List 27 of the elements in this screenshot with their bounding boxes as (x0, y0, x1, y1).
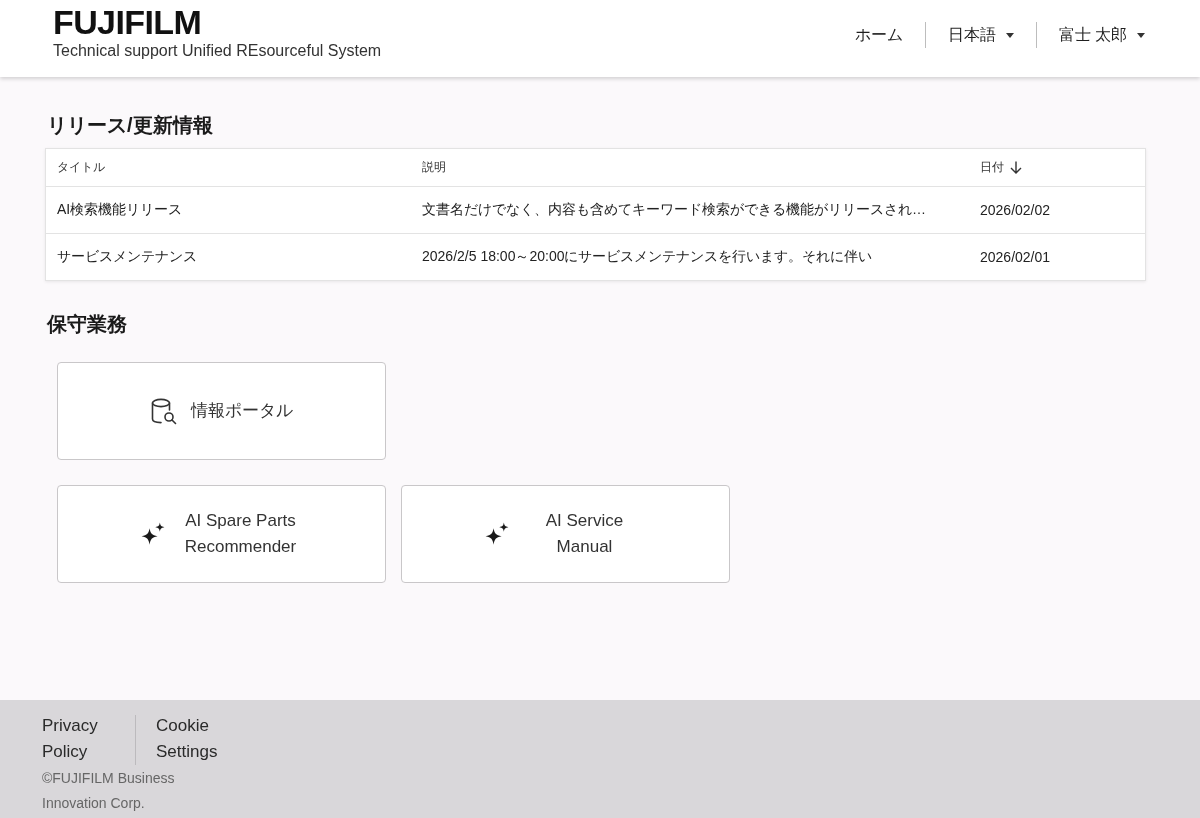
footer-link[interactable]: Cookie Settings (156, 713, 236, 765)
nav-dropdown[interactable]: 日本語 (925, 22, 1036, 48)
table-cell: 2026/02/02 (969, 186, 1145, 234)
table-cell: 2026/02/01 (969, 233, 1145, 280)
sparkle-icon (140, 522, 165, 546)
caret-icon (1137, 32, 1145, 38)
database-search-icon (150, 397, 177, 425)
column-header[interactable]: 日付 (980, 159, 1022, 176)
table-cell: 2026/2/5 18:00～20:00にサービスメンテナンスを行います。それに伴い (411, 233, 969, 280)
copyright-text: ©FUJIFILM Business Innovation Corp. (42, 769, 176, 813)
column-header[interactable]: タイトル (57, 159, 105, 176)
table-cell: 文書名だけでなく、内容も含めてキーワード検索ができる機能がリリースされ… (411, 186, 969, 234)
column-header[interactable]: 説明 (422, 159, 446, 176)
portal-card[interactable]: AI Service Manual (401, 485, 730, 583)
table-cell: サービスメンテナンス (46, 233, 411, 280)
section-heading: リリース/更新情報 (47, 113, 213, 138)
site-subtitle: Technical support Unified REsourceful System (53, 41, 382, 61)
table-cell: AI検索機能リリース (46, 186, 411, 234)
sparkle-icon (484, 522, 509, 546)
caret-icon (1005, 32, 1014, 38)
portal-card[interactable]: 情報ポータル (57, 362, 386, 460)
section-heading: 保守業務 (47, 312, 127, 337)
portal-card[interactable]: AI Spare Parts Recommender (57, 485, 386, 583)
footer-link[interactable]: Privacy Policy (42, 713, 122, 765)
logo-wordmark: FUJIFILM (53, 4, 202, 40)
nav-dropdown[interactable]: 富士 太郎 (1036, 22, 1145, 48)
nav-link[interactable]: ホーム (832, 22, 925, 48)
